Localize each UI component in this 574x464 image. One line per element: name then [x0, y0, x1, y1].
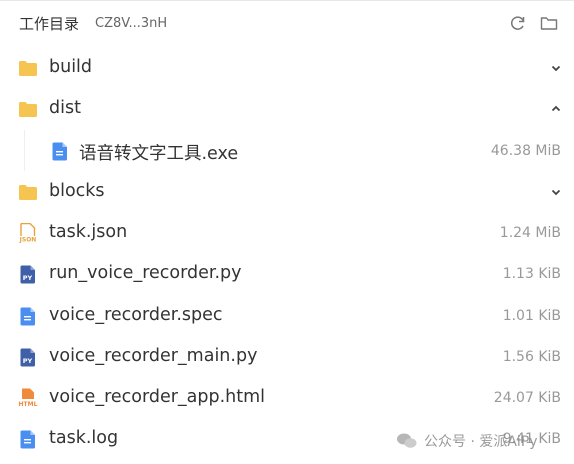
file-name: build	[49, 57, 93, 77]
file-name: voice_recorder_main.py	[49, 346, 258, 366]
chevron-down-icon[interactable]	[549, 61, 563, 75]
python-file-icon: PY	[18, 264, 38, 284]
json-file-icon: JSON	[18, 223, 38, 243]
file-name: blocks	[49, 181, 105, 201]
chevron-up-icon[interactable]	[549, 102, 563, 116]
folder-row[interactable]: dist	[0, 88, 574, 129]
refresh-icon[interactable]	[508, 13, 528, 33]
file-icon	[18, 306, 38, 326]
file-name: dist	[49, 98, 81, 118]
file-name: task.json	[49, 222, 128, 242]
folder-row[interactable]: blocks	[0, 171, 574, 212]
file-name: run_voice_recorder.py	[49, 263, 242, 283]
header-title: 工作目录	[19, 15, 80, 33]
file-row[interactable]: voice_recorder.spec 1.01 KiB	[0, 295, 574, 336]
svg-text:PY: PY	[23, 357, 33, 365]
html-file-icon: HTML	[18, 388, 38, 408]
python-file-icon: PY	[18, 347, 38, 367]
file-name: 语音转文字工具.exe	[79, 144, 239, 164]
wechat-icon	[396, 432, 418, 450]
file-size: 1.13 KiB	[502, 266, 561, 282]
file-size: 46.38 MiB	[490, 143, 561, 159]
file-row[interactable]: 语音转文字工具.exe 46.38 MiB	[0, 130, 574, 171]
file-name: voice_recorder_app.html	[49, 387, 266, 407]
file-row[interactable]: PY run_voice_recorder.py 1.13 KiB	[0, 253, 574, 294]
svg-text:PY: PY	[23, 274, 33, 282]
file-icon	[50, 141, 70, 161]
file-size: 24.07 KiB	[493, 390, 561, 406]
folder-icon	[18, 99, 38, 119]
file-name: task.log	[49, 428, 119, 448]
folder-icon	[18, 58, 38, 78]
watermark: 公众号 · 爱派AiPy	[396, 431, 538, 451]
file-row[interactable]: PY voice_recorder_main.py 1.56 KiB	[0, 336, 574, 377]
folder-open-icon[interactable]	[539, 13, 559, 33]
svg-text:JSON: JSON	[19, 237, 36, 244]
tree-indent-guide	[24, 130, 25, 171]
file-icon	[18, 429, 38, 449]
explorer-header: 工作目录 CZ8V...3nH	[0, 1, 574, 45]
file-row[interactable]: JSON task.json 1.24 MiB	[0, 212, 574, 253]
workspace-id: CZ8V...3nH	[95, 16, 168, 31]
file-size: 1.01 KiB	[502, 308, 561, 324]
file-explorer-panel: 工作目录 CZ8V...3nH build dist 语音转文字工具.exe 46.3…	[0, 0, 574, 464]
svg-text:HTML: HTML	[19, 401, 38, 408]
file-size: 1.56 KiB	[502, 349, 561, 365]
folder-icon	[18, 182, 38, 202]
watermark-text: 公众号 · 爱派AiPy	[424, 434, 538, 450]
folder-row[interactable]: build	[0, 47, 574, 88]
file-name: voice_recorder.spec	[49, 305, 223, 325]
file-row[interactable]: HTML voice_recorder_app.html 24.07 KiB	[0, 377, 574, 418]
file-size: 1.24 MiB	[499, 225, 561, 241]
chevron-down-icon[interactable]	[549, 185, 563, 199]
